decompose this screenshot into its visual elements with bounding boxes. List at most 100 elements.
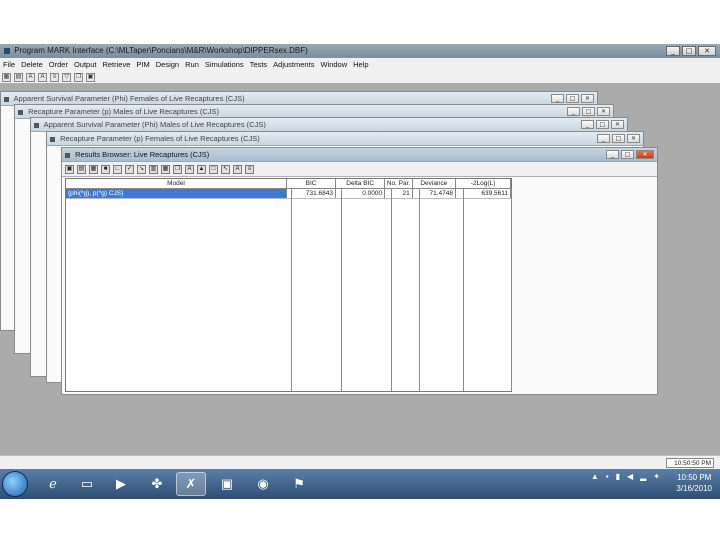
child-title: Recapture Parameter (p) Females of Live … [60,134,260,143]
close-button[interactable]: ✕ [627,134,640,143]
menu-output[interactable]: Output [74,58,97,71]
col-header-npar[interactable]: No. Par. [385,179,413,188]
show-hidden-icon[interactable]: ▲ [591,472,599,481]
font-a-icon[interactable]: A [185,164,194,174]
minimize-button[interactable]: _ [597,134,610,143]
pdf-icon[interactable]: ⚑ [284,472,314,496]
close-button[interactable]: ✕ [698,46,716,56]
close-button[interactable]: ✕ [611,120,624,129]
cell-model[interactable]: {phi(*g), p(*g) CJS} [66,189,287,198]
close-button[interactable]: ✕ [597,107,610,116]
print-icon[interactable]: ▤ [77,164,86,174]
menu-delete[interactable]: Delete [21,58,43,71]
child-title-bar: Apparent Survival Parameter (Phi) Males … [31,118,627,132]
maximize-button[interactable]: □ [682,46,696,56]
start-button[interactable] [2,471,28,497]
menu-retrieve[interactable]: Retrieve [102,58,130,71]
column-divider [341,189,342,391]
chart-line-icon[interactable]: ∟ [113,164,122,174]
copy-icon[interactable]: ❐ [74,72,83,82]
col-header-bic[interactable]: BIC [287,179,337,188]
network-app-icon[interactable]: ✤ [142,472,172,496]
minimize-button[interactable]: _ [581,120,594,129]
main-toolbar: ▦ ▤ A A ≡ ▽ ❐ ▣ [0,71,720,83]
wand-icon[interactable]: ↘ [137,164,146,174]
minimize-button[interactable]: _ [666,46,680,56]
maximize-button[interactable]: □ [621,150,634,159]
maximize-button[interactable]: □ [566,94,579,103]
mark-program-icon[interactable]: ✗ [176,472,206,496]
menu-help[interactable]: Help [353,58,368,71]
media-player-icon[interactable]: ▶ [106,472,136,496]
chart-check-icon[interactable]: ✓ [125,164,134,174]
network-icon[interactable]: ▪ [606,472,609,481]
open-icon[interactable]: ▣ [65,164,74,174]
firefox-icon[interactable]: ◉ [248,472,278,496]
menu-design[interactable]: Design [156,58,179,71]
col-header-neg2logl[interactable]: -2Log(L) [456,179,511,188]
close-button[interactable]: ✕ [581,94,594,103]
results-browser-window[interactable]: Results Browser: Live Recaptures (CJS) _… [61,147,658,395]
menu-bar: File Delete Order Output Retrieve PIM De… [0,58,720,71]
grid-icon[interactable]: ▦ [161,164,170,174]
column-divider [419,189,420,391]
security-icon[interactable]: ✦ [653,472,660,481]
minimize-button[interactable]: _ [606,150,619,159]
menu-order[interactable]: Order [49,58,68,71]
font-a-bold-icon[interactable]: A [233,164,242,174]
arrow-icon[interactable]: ↖ [221,164,230,174]
cell-bic[interactable]: 731.6843 [287,189,336,198]
menu-adjustments[interactable]: Adjustments [273,58,314,71]
volume-icon[interactable]: ◀ [627,472,633,481]
close-button[interactable]: ✕ [636,150,654,159]
grid-icon[interactable]: ▦ [2,72,11,82]
cell-npar[interactable]: 21 [385,189,413,198]
table-icon[interactable]: ▤ [14,72,23,82]
text-icon[interactable]: ≡ [245,164,254,174]
table-icon[interactable]: ▥ [149,164,158,174]
cell-delta-bic[interactable]: 0.0000 [336,189,386,198]
minimize-button[interactable]: _ [551,94,564,103]
notepad-icon[interactable]: ▦ [89,164,98,174]
font-a-yellow-icon[interactable]: A [38,72,47,82]
page-margin [0,499,720,540]
folder-icon[interactable]: ▭ [72,472,102,496]
delete-icon[interactable]: ■ [101,164,110,174]
menu-simulations[interactable]: Simulations [205,58,244,71]
column-divider [511,189,512,391]
copy-icon[interactable]: ❐ [173,164,182,174]
child-controls: _ □ ✕ [597,134,640,143]
signal-icon[interactable]: ▂ [640,472,646,481]
internet-explorer-icon[interactable]: ℯ [38,472,68,496]
menu-run[interactable]: Run [185,58,199,71]
battery-icon[interactable]: ▮ [616,472,620,481]
powerpoint-icon[interactable]: ▣ [212,472,242,496]
maximize-button[interactable]: □ [582,107,595,116]
maximize-button[interactable]: □ [612,134,625,143]
filter-icon[interactable]: ▽ [62,72,71,82]
results-browser-toolbar: ▣ ▤ ▦ ■ ∟ ✓ ↘ ▥ ▦ ❐ A ▲ □ ↖ A ≡ [62,162,657,177]
col-header-deviance[interactable]: Deviance [413,179,456,188]
menu-tests[interactable]: Tests [250,58,268,71]
maximize-button[interactable]: □ [596,120,609,129]
col-header-model[interactable]: Model [66,179,287,188]
window-icon[interactable]: ▣ [86,72,95,82]
menu-pim[interactable]: PIM [136,58,149,71]
minimize-button[interactable]: _ [567,107,580,116]
window-icon[interactable]: □ [209,164,218,174]
cell-neg2logl[interactable]: 639.5611 [456,189,512,198]
child-title: Apparent Survival Parameter (Phi) Males … [43,120,266,129]
table-row[interactable]: {phi(*g), p(*g) CJS} 731.6843 0.0000 21 … [66,189,512,199]
screen: Program MARK Interface (C:\MLTaper\Ponci… [0,0,720,540]
image-icon[interactable]: ▲ [197,164,206,174]
child-title-bar: Recapture Parameter (p) Females of Live … [47,132,643,146]
font-a-icon[interactable]: A [26,72,35,82]
table-header: Model BIC Delta BIC No. Par. Deviance -2… [66,179,511,189]
system-tray: ▲ ▪ ▮ ◀ ▂ ✦ [591,472,660,481]
menu-file[interactable]: File [3,58,15,71]
taskbar-clock[interactable]: 10:50 PM 3/16/2010 [676,472,712,494]
col-header-delta-bic[interactable]: Delta BIC [336,179,386,188]
results-browser-title: Results Browser: Live Recaptures (CJS) [75,150,210,159]
menu-window[interactable]: Window [320,58,347,71]
chart-icon[interactable]: ≡ [50,72,59,82]
